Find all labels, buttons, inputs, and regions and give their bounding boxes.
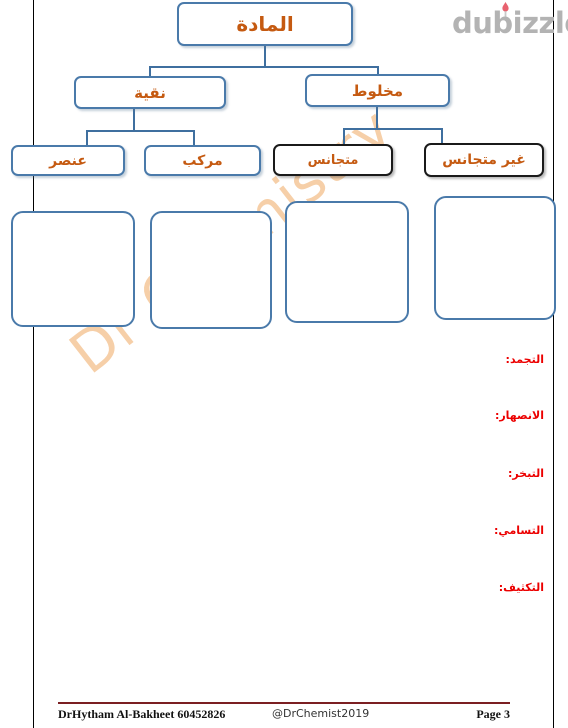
term-freezing: التجمد:: [505, 353, 544, 366]
connector-mixture-stem: [376, 107, 378, 129]
term-evaporation: التبخر:: [507, 467, 544, 480]
footer-divider: [58, 702, 510, 704]
answer-box-4[interactable]: [434, 196, 556, 320]
term-sublimation: التسامي:: [493, 524, 544, 537]
node-heterogeneous[interactable]: غير متجانس: [424, 143, 544, 177]
node-homogeneous[interactable]: متجانس: [273, 144, 393, 176]
answer-box-1[interactable]: [11, 211, 135, 327]
connector-matter-crossbar: [149, 66, 378, 68]
term-melting: الانصهار:: [494, 409, 544, 422]
connector-to-homogeneous: [343, 128, 345, 145]
node-matter[interactable]: المادة: [177, 2, 353, 46]
torch-flame-icon: [502, 2, 509, 17]
footer-author: DrHytham Al-Bakheet 60452826: [58, 707, 226, 721]
connector-matter-stem: [264, 46, 266, 68]
connector-to-heterogeneous: [441, 128, 443, 144]
node-compound[interactable]: مركب: [144, 145, 261, 176]
page-footer: DrHytham Al-Bakheet 60452826 @DrChemist2…: [58, 707, 510, 725]
worksheet-page: dubizzle Dr Chemistry المادة نقية مخلوط …: [0, 0, 568, 728]
term-condensation: التكثيف:: [498, 581, 544, 594]
node-pure[interactable]: نقية: [74, 76, 226, 109]
connector-to-compound: [193, 130, 195, 146]
footer-page-number: Page 3: [476, 707, 510, 721]
page-margin-rule-left: [33, 0, 34, 728]
node-mixture[interactable]: مخلوط: [305, 74, 450, 107]
footer-handle: @DrChemist2019: [272, 707, 370, 720]
answer-box-3[interactable]: [285, 201, 409, 323]
answer-box-2[interactable]: [150, 211, 272, 329]
page-margin-rule-right: [553, 0, 554, 728]
connector-to-element: [86, 130, 88, 146]
connector-pure-crossbar: [86, 130, 194, 132]
connector-pure-stem: [133, 109, 135, 131]
connector-mixture-crossbar: [343, 128, 443, 130]
node-element[interactable]: عنصر: [11, 145, 125, 176]
